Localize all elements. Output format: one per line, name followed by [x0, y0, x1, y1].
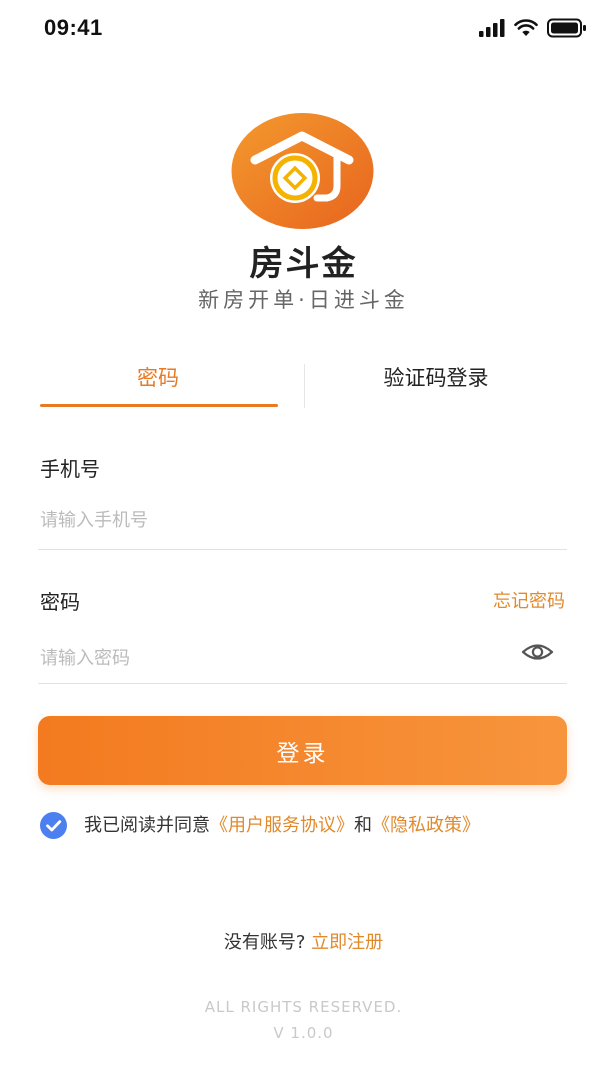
user-agreement-link[interactable]: 《用户服务协议》	[210, 815, 354, 836]
agreement-conjunction: 和	[354, 815, 372, 836]
register-row: 没有账号? 立即注册	[0, 928, 607, 954]
agreement-prefix: 我已阅读并同意	[84, 815, 210, 836]
password-underline	[38, 683, 567, 684]
status-bar: 09:41	[0, 0, 607, 58]
register-prompt: 没有账号?	[223, 932, 306, 953]
app-name: 房斗金	[249, 244, 358, 284]
register-link[interactable]: 立即注册	[311, 932, 383, 953]
tab-password-login[interactable]: 密码	[38, 352, 278, 404]
app-slogan: 新房开单·日进斗金	[198, 288, 409, 312]
copyright-text: ALL RIGHTS RESERVED.	[204, 998, 403, 1016]
signal-icon	[479, 19, 505, 37]
tab-code-login[interactable]: 验证码登录	[304, 352, 568, 404]
version-text: V 1.0.0	[273, 1024, 334, 1042]
active-tab-indicator	[40, 404, 278, 407]
password-input[interactable]	[40, 638, 510, 678]
phone-underline	[38, 549, 567, 550]
login-button[interactable]: 登录	[38, 716, 567, 785]
phone-label: 手机号	[40, 457, 100, 481]
privacy-policy-link[interactable]: 《隐私政策》	[372, 815, 480, 836]
battery-icon	[547, 18, 586, 38]
phone-input[interactable]	[40, 500, 560, 540]
status-icons	[479, 18, 587, 38]
house-coin-logo	[231, 113, 374, 229]
agreement-checkbox[interactable]	[40, 812, 67, 839]
forgot-password-link[interactable]: 忘记密码	[493, 587, 565, 613]
check-icon	[46, 820, 62, 832]
eye-icon[interactable]	[521, 639, 554, 665]
login-tabs: 密码 验证码登录	[38, 352, 568, 408]
wifi-icon	[514, 19, 538, 36]
password-label: 密码	[40, 590, 80, 614]
status-time: 09:41	[44, 15, 103, 40]
agreement-text: 我已阅读并同意《用户服务协议》和《隐私政策》	[84, 812, 534, 840]
